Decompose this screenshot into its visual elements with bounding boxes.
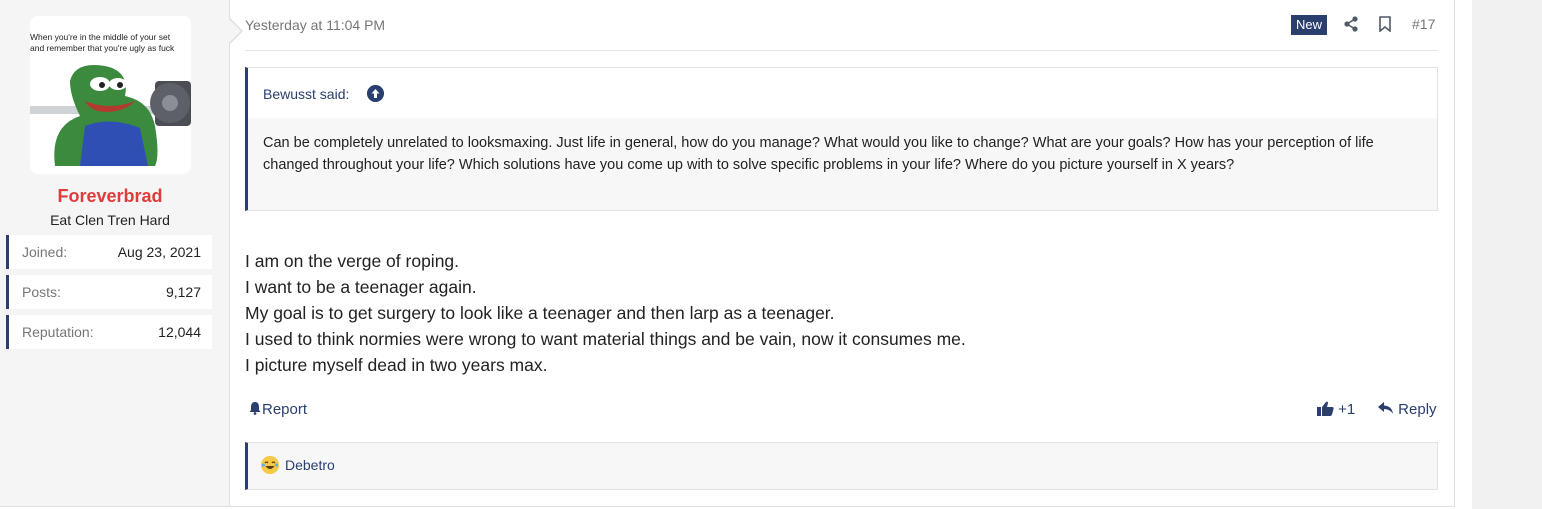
quote-body: Can be completely unrelated to looksmaxi…: [248, 118, 1437, 210]
reactions-bar: Debetro: [245, 442, 1438, 490]
post-date[interactable]: Yesterday at 11:04 PM: [245, 17, 385, 33]
report-label: Report: [262, 401, 308, 418]
user-title: Eat Clen Tren Hard: [50, 212, 170, 228]
message-body: I am on the verge of roping. I want to b…: [245, 248, 1435, 378]
crying-laughing-emoji-icon: [261, 456, 279, 474]
bell-icon: [249, 402, 261, 415]
like-count: +1: [1338, 401, 1356, 418]
forum-post: When you're in the middle of your set an…: [0, 0, 1455, 507]
page-right-gutter: [1472, 0, 1542, 509]
avatar-frog-image: [30, 65, 191, 166]
message-line: I picture myself dead in two years max.: [245, 355, 548, 375]
stat-reputation: Reputation: 12,044: [6, 315, 212, 349]
message-line: I used to think normies were wrong to wa…: [245, 329, 966, 349]
bookmark-icon[interactable]: [1378, 16, 1392, 32]
message-line: My goal is to get surgery to look like a…: [245, 303, 835, 323]
arrow-up-circle-icon[interactable]: [367, 85, 384, 102]
report-button[interactable]: Report: [248, 401, 307, 418]
share-icon[interactable]: [1343, 16, 1359, 32]
avatar[interactable]: When you're in the middle of your set an…: [30, 16, 191, 174]
stat-value: 12,044: [158, 324, 201, 340]
stat-value: Aug 23, 2021: [117, 244, 201, 260]
user-info-column: When you're in the middle of your set an…: [0, 0, 230, 506]
post-number-link[interactable]: #17: [1412, 16, 1435, 32]
quote-text: Can be completely unrelated to looksmaxi…: [263, 135, 1374, 173]
reaction-user-link[interactable]: Debetro: [285, 457, 335, 473]
like-button[interactable]: +1: [1317, 401, 1355, 418]
stat-label: Joined:: [22, 244, 68, 260]
quote-header: Bewusst said:: [248, 68, 1437, 118]
message-line: I want to be a teenager again.: [245, 277, 477, 297]
meta-divider: [245, 50, 1438, 51]
username[interactable]: Foreverbrad: [0, 186, 220, 207]
new-badge: New: [1291, 15, 1328, 35]
stat-label: Posts:: [22, 284, 61, 300]
reply-icon: [1378, 402, 1393, 414]
quote-author[interactable]: Bewusst said:: [263, 86, 349, 102]
stat-posts: Posts: 9,127: [6, 275, 212, 309]
quote-block: Bewusst said: Can be completely unrelate…: [245, 67, 1438, 211]
message-line: I am on the verge of roping.: [245, 251, 460, 271]
post-pointer-arrow: [228, 17, 243, 45]
stat-value: 9,127: [165, 284, 201, 300]
reply-label: Reply: [1398, 401, 1437, 418]
stat-joined: Joined: Aug 23, 2021: [6, 235, 212, 269]
thumbs-up-icon: [1317, 401, 1334, 416]
stat-label: Reputation:: [22, 324, 94, 340]
reply-button[interactable]: Reply: [1378, 401, 1437, 418]
